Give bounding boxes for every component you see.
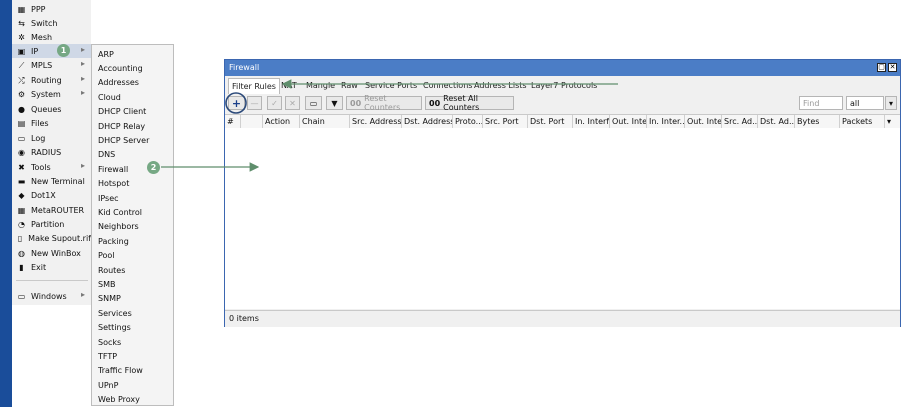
annotation-overlay [161,79,618,172]
add-button-highlight [225,92,247,114]
